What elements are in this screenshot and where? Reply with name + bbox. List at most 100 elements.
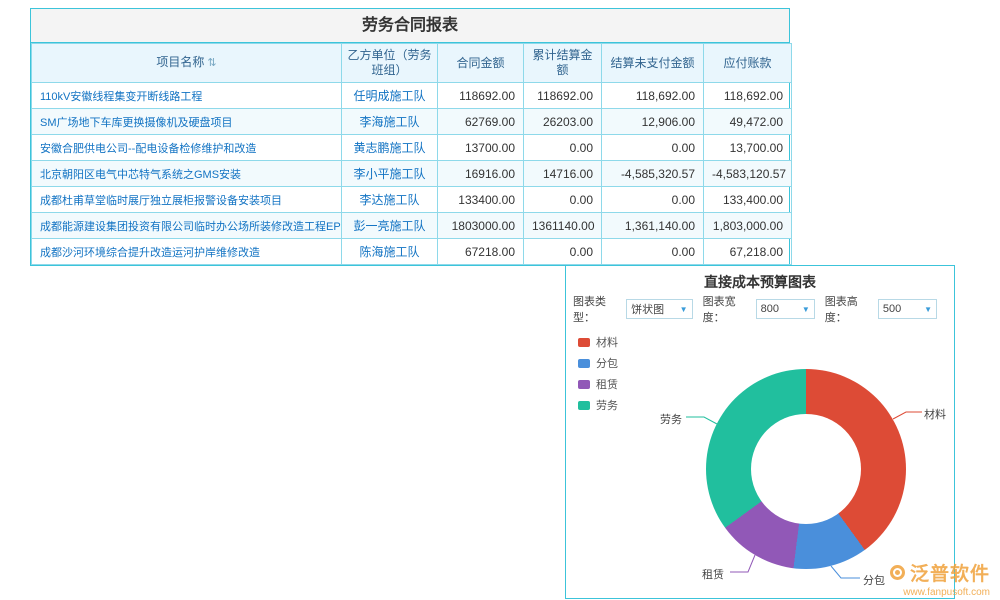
cell-settled-amount: 0.00: [524, 187, 602, 213]
report-title: 劳务合同报表: [31, 9, 789, 43]
cell-settled-amount: 0.00: [524, 135, 602, 161]
chart-legend: 材料 分包 租赁 劳务: [578, 334, 618, 418]
chart-controls: 图表类型： 饼状图 ▼ 图表宽度： 800 ▼ 图表高度： 500 ▼: [566, 296, 954, 322]
cost-budget-chart-panel: 直接成本预算图表 图表类型： 饼状图 ▼ 图表宽度： 800 ▼ 图表高度： 5…: [565, 265, 955, 599]
cell-payable: 67,218.00: [704, 239, 792, 265]
cell-settled-amount: 1361140.00: [524, 213, 602, 239]
project-link[interactable]: 北京朝阳区电气中芯特气系统之GMS安装: [40, 169, 241, 181]
col-header-payable: 应付账款: [704, 44, 792, 83]
chart-type-select[interactable]: 饼状图 ▼: [626, 299, 692, 319]
donut-chart[interactable]: [706, 369, 906, 569]
cell-project: SM广场地下车库更换摄像机及硬盘项目: [32, 109, 342, 135]
unit-link[interactable]: 陈海施工队: [359, 245, 419, 259]
vendor-name: 泛普软件: [910, 559, 990, 586]
table-row: 成都沙河环境综合提升改造运河护岸维修改造 陈海施工队 67218.00 0.00…: [32, 239, 792, 265]
chart-width-select[interactable]: 800 ▼: [756, 299, 815, 319]
cell-settled-amount: 0.00: [524, 239, 602, 265]
project-link[interactable]: 成都杜甫草堂临时展厅独立展柜报警设备安装项目: [40, 195, 282, 207]
chart-width-value: 800: [761, 303, 779, 315]
legend-item-lease[interactable]: 租赁: [578, 376, 618, 392]
chart-height-value: 500: [883, 303, 901, 315]
cell-project: 110kV安徽线程集变开断线路工程: [32, 83, 342, 109]
chart-title: 直接成本预算图表: [566, 266, 954, 296]
table-body: 110kV安徽线程集变开断线路工程 任明成施工队 118692.00 11869…: [32, 83, 792, 265]
cell-unit: 李海施工队: [342, 109, 438, 135]
pie-slice-label-lease: 租赁: [702, 566, 724, 582]
cell-payable: 49,472.00: [704, 109, 792, 135]
col-header-unit: 乙方单位（劳务班组）: [342, 44, 438, 83]
unit-link[interactable]: 李海施工队: [359, 115, 419, 129]
cell-unpaid-amount: 0.00: [602, 239, 704, 265]
cell-contract-amount: 67218.00: [438, 239, 524, 265]
sort-icon[interactable]: ⇅: [207, 57, 216, 69]
cell-payable: -4,583,120.57: [704, 161, 792, 187]
legend-item-material[interactable]: 材料: [578, 334, 618, 350]
project-link[interactable]: 成都沙河环境综合提升改造运河护岸维修改造: [40, 247, 260, 259]
unit-link[interactable]: 任明成施工队: [353, 89, 425, 103]
pie-slice-label-material: 材料: [924, 406, 946, 422]
project-link[interactable]: 成都能源建设集团投资有限公司临时办公场所装修改造工程EPC: [40, 221, 342, 233]
cell-unit: 李小平施工队: [342, 161, 438, 187]
vendor-logo-icon: [890, 565, 905, 580]
cell-payable: 1,803,000.00: [704, 213, 792, 239]
table-row: 110kV安徽线程集变开断线路工程 任明成施工队 118692.00 11869…: [32, 83, 792, 109]
pie-chart-area: 材料 分包 租赁 劳务 材料 分包 租赁 劳务: [566, 322, 954, 598]
chart-width-control: 图表宽度： 800 ▼: [703, 293, 815, 325]
legend-label: 材料: [596, 334, 618, 350]
col-header-unpaid-amount: 结算未支付金额: [602, 44, 704, 83]
project-link[interactable]: 110kV安徽线程集变开断线路工程: [40, 91, 202, 103]
cell-contract-amount: 118692.00: [438, 83, 524, 109]
cell-unpaid-amount: 0.00: [602, 135, 704, 161]
chevron-down-icon: ▼: [802, 305, 810, 314]
vendor-url: www.fanpusoft.com: [890, 587, 990, 598]
unit-link[interactable]: 黄志鹏施工队: [353, 141, 425, 155]
cell-settled-amount: 118692.00: [524, 83, 602, 109]
legend-swatch-icon: [578, 401, 590, 410]
cell-unpaid-amount: 0.00: [602, 187, 704, 213]
unit-link[interactable]: 李小平施工队: [353, 167, 425, 181]
cell-project: 成都杜甫草堂临时展厅独立展柜报警设备安装项目: [32, 187, 342, 213]
cell-unit: 彭一亮施工队: [342, 213, 438, 239]
col-header-contract-amount: 合同金额: [438, 44, 524, 83]
cell-unit: 李达施工队: [342, 187, 438, 213]
labor-contract-report: 劳务合同报表 项目名称⇅ 乙方单位（劳务班组） 合同金额 累计结算金额 结算未支…: [30, 8, 790, 266]
chart-type-label: 图表类型：: [573, 293, 623, 325]
legend-label: 租赁: [596, 376, 618, 392]
table-header-row: 项目名称⇅ 乙方单位（劳务班组） 合同金额 累计结算金额 结算未支付金额 应付账…: [32, 44, 792, 83]
cell-settled-amount: 14716.00: [524, 161, 602, 187]
cell-settled-amount: 26203.00: [524, 109, 602, 135]
chevron-down-icon: ▼: [924, 305, 932, 314]
project-link[interactable]: SM广场地下车库更换摄像机及硬盘项目: [40, 117, 233, 129]
cell-payable: 133,400.00: [704, 187, 792, 213]
cell-contract-amount: 62769.00: [438, 109, 524, 135]
unit-link[interactable]: 李达施工队: [359, 193, 419, 207]
table-row: 成都能源建设集团投资有限公司临时办公场所装修改造工程EPC 彭一亮施工队 180…: [32, 213, 792, 239]
chart-height-select[interactable]: 500 ▼: [878, 299, 937, 319]
chart-height-label: 图表高度：: [825, 293, 875, 325]
cell-unpaid-amount: -4,585,320.57: [602, 161, 704, 187]
cell-unpaid-amount: 118,692.00: [602, 83, 704, 109]
col-header-project[interactable]: 项目名称⇅: [32, 44, 342, 83]
legend-label: 分包: [596, 355, 618, 371]
legend-swatch-icon: [578, 380, 590, 389]
cell-unit: 任明成施工队: [342, 83, 438, 109]
cell-unit: 陈海施工队: [342, 239, 438, 265]
cell-project: 成都沙河环境综合提升改造运河护岸维修改造: [32, 239, 342, 265]
col-header-settled-amount: 累计结算金额: [524, 44, 602, 83]
cell-project: 北京朝阳区电气中芯特气系统之GMS安装: [32, 161, 342, 187]
table-row: 安徽合肥供电公司--配电设备检修维护和改造 黄志鹏施工队 13700.00 0.…: [32, 135, 792, 161]
watermark-row: 泛普软件: [890, 559, 990, 586]
cell-contract-amount: 1803000.00: [438, 213, 524, 239]
legend-item-labor[interactable]: 劳务: [578, 397, 618, 413]
cell-unpaid-amount: 1,361,140.00: [602, 213, 704, 239]
cell-unit: 黄志鹏施工队: [342, 135, 438, 161]
callout-line-material: [893, 412, 922, 419]
chart-type-value: 饼状图: [631, 301, 664, 317]
unit-link[interactable]: 彭一亮施工队: [353, 219, 425, 233]
table-row: 成都杜甫草堂临时展厅独立展柜报警设备安装项目 李达施工队 133400.00 0…: [32, 187, 792, 213]
legend-item-subcontract[interactable]: 分包: [578, 355, 618, 371]
chart-width-label: 图表宽度：: [703, 293, 753, 325]
legend-swatch-icon: [578, 359, 590, 368]
cell-payable: 118,692.00: [704, 83, 792, 109]
project-link[interactable]: 安徽合肥供电公司--配电设备检修维护和改造: [40, 143, 256, 155]
